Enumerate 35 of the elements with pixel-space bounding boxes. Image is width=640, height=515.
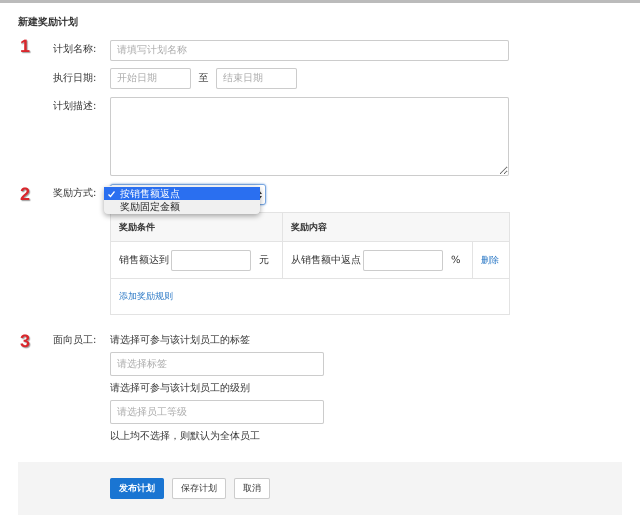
date-separator: 至 [198, 72, 210, 86]
page-title: 新建奖励计划 [18, 17, 79, 29]
note-text: 以上均不选择，则默认为全体员工 [110, 430, 261, 444]
field-label: 计划名称: [53, 42, 98, 57]
field-label: 执行日期: [53, 72, 98, 86]
tag-select-field[interactable]: 请选择标签 [110, 352, 324, 376]
field-label: 奖励方式: [53, 186, 98, 201]
step-number: 2 [20, 184, 32, 204]
unit-label: 元 [259, 254, 269, 267]
column-header: 奖励内容 [282, 212, 510, 242]
description-field[interactable] [110, 97, 509, 176]
dropdown-option[interactable]: 按销售额返点 [104, 187, 260, 200]
content-label: 从销售额中返点 [291, 254, 361, 267]
dropdown-option[interactable]: 奖励固定金额 [104, 200, 260, 213]
form-button[interactable]: 发布计划 [110, 478, 164, 499]
amount-field[interactable] [171, 250, 251, 270]
unit-label: % [451, 254, 461, 266]
field-label: 计划描述: [53, 100, 98, 114]
add-rule-link[interactable]: 添加奖励规则 [119, 292, 173, 302]
level-select-field[interactable]: 请选择员工等级 [110, 400, 324, 424]
column-header: 奖励条件 [110, 212, 282, 242]
checkmark-icon [107, 190, 116, 198]
delete-link[interactable]: 删除 [481, 256, 499, 266]
start-date-field[interactable]: 开始日期 [110, 68, 191, 89]
prompt-text: 请选择可参与该计划员工的级别 [110, 382, 251, 396]
prompt-text: 请选择可参与该计划员工的标签 [110, 334, 251, 348]
form-button[interactable]: 取消 [234, 478, 270, 499]
step-number: 3 [20, 331, 32, 351]
rebate-field[interactable] [363, 250, 443, 270]
condition-label: 销售额达到 [119, 254, 169, 267]
plan-name-field[interactable]: 请填写计划名称 [110, 40, 509, 61]
end-date-field[interactable]: 结束日期 [216, 68, 297, 89]
form-button[interactable]: 保存计划 [172, 478, 226, 499]
field-label: 面向员工: [53, 334, 98, 348]
step-number: 1 [20, 36, 32, 56]
